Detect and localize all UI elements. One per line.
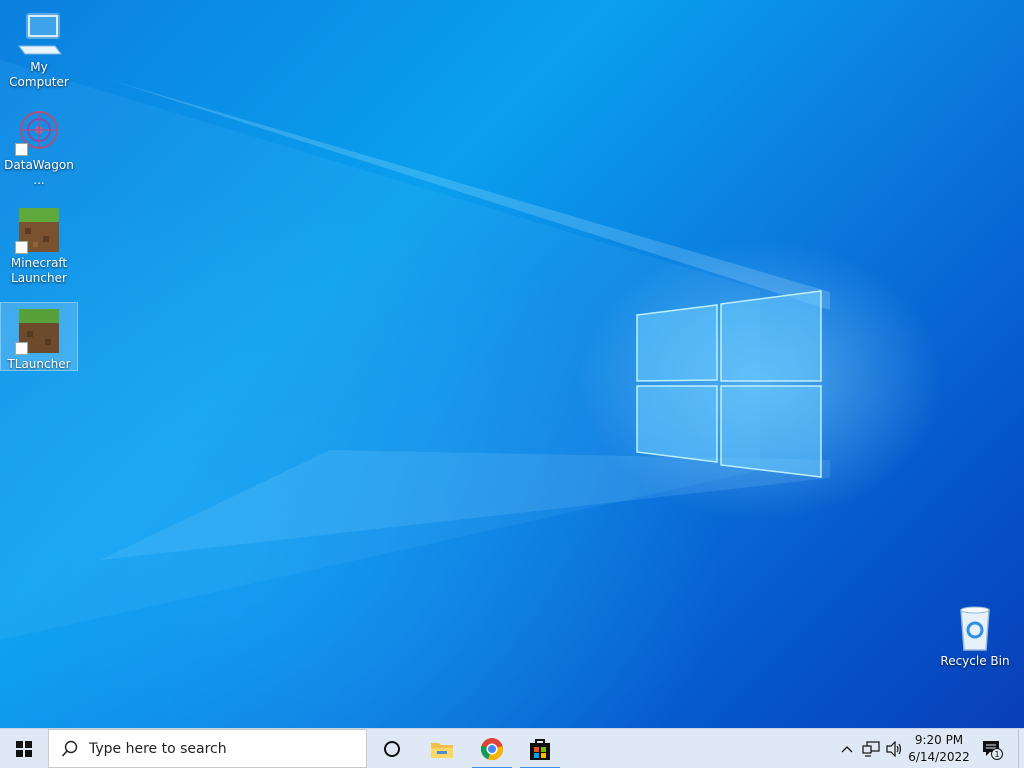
taskbar: Type here to search 9:20 PM 6/14/2022 1: [0, 728, 1024, 768]
network-icon: [862, 741, 880, 757]
desktop-icon-label: My Computer: [9, 60, 69, 89]
shortcut-arrow-icon: [15, 143, 28, 156]
desktop[interactable]: My Computer DataWagon... Minecraft Launc…: [0, 0, 1024, 728]
desktop-icon-datawagon[interactable]: DataWagon...: [1, 104, 77, 188]
desktop-icon-label: TLauncher: [7, 357, 71, 371]
folder-icon: [431, 743, 453, 758]
chrome-icon: [480, 738, 504, 761]
taskbar-search-box[interactable]: Type here to search: [48, 729, 367, 768]
datawagon-icon: [15, 108, 63, 156]
wallpaper-light-beams: [0, 60, 830, 640]
shortcut-arrow-icon: [15, 342, 28, 355]
notification-count: 1: [994, 750, 999, 759]
notification-icon: 1: [983, 741, 1003, 760]
clock-date: 6/14/2022: [908, 750, 970, 764]
desktop-icon-label: Minecraft Launcher: [10, 256, 68, 285]
grass-block-icon: [15, 307, 63, 355]
cortana-button[interactable]: [368, 729, 416, 768]
desktop-icon-tlauncher[interactable]: TLauncher: [0, 302, 78, 371]
shortcut-arrow-icon: [15, 241, 28, 254]
grass-block-icon: [15, 206, 63, 254]
windows-logo-icon: [16, 741, 32, 757]
chrome-button[interactable]: [468, 729, 516, 768]
store-bag-icon: [530, 739, 550, 760]
network-button[interactable]: [860, 729, 882, 768]
search-placeholder: Type here to search: [89, 740, 227, 757]
recycle-bin-icon: [951, 604, 999, 652]
volume-button[interactable]: [884, 729, 906, 768]
speaker-icon: [886, 741, 902, 757]
desktop-icon-minecraft-launcher[interactable]: Minecraft Launcher: [1, 202, 77, 286]
start-button[interactable]: [0, 729, 48, 768]
store-button[interactable]: [516, 729, 564, 768]
file-explorer-button[interactable]: [418, 729, 466, 768]
taskbar-clock[interactable]: 9:20 PM 6/14/2022: [904, 729, 974, 768]
search-icon: [61, 740, 78, 757]
desktop-icon-recycle-bin[interactable]: Recycle Bin: [937, 600, 1013, 669]
show-hidden-icons-button[interactable]: [838, 729, 856, 768]
chevron-up-icon: [841, 746, 853, 753]
action-center-button[interactable]: 1: [978, 729, 1006, 768]
cortana-circle-icon: [384, 741, 400, 757]
clock-time: 9:20 PM: [914, 733, 964, 747]
desktop-icon-label: Recycle Bin: [940, 654, 1010, 668]
show-desktop-button[interactable]: [1018, 729, 1024, 768]
computer-icon: [15, 10, 63, 58]
desktop-icon-label: DataWagon...: [4, 158, 74, 187]
desktop-icon-my-computer[interactable]: My Computer: [1, 6, 77, 90]
